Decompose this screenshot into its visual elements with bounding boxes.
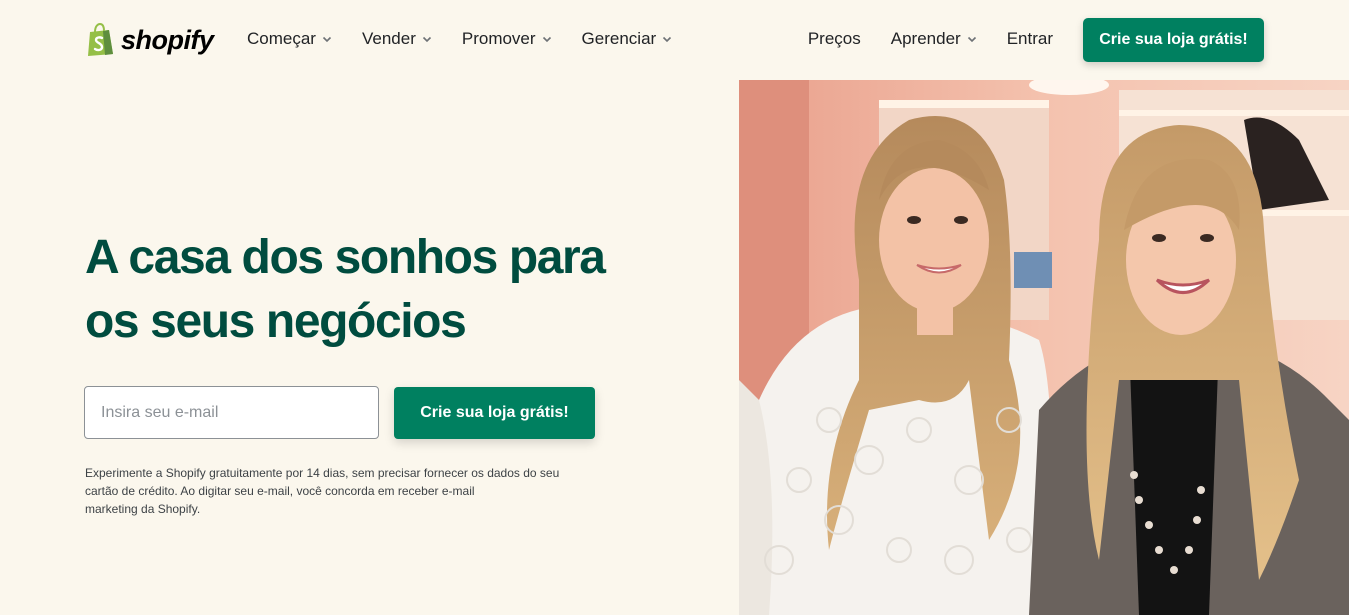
email-input[interactable] (84, 386, 379, 439)
nav-item-label: Começar (247, 29, 316, 48)
disclaimer-line: cartão de crédito. Ao digitar seu e-mail… (85, 484, 475, 498)
nav-item-entrar[interactable]: Entrar (1007, 29, 1053, 49)
nav-item-promover[interactable]: Promover (462, 29, 552, 49)
hero-photo (739, 80, 1349, 615)
chevron-down-icon (663, 36, 672, 43)
chevron-down-icon (322, 36, 332, 43)
disclaimer-line: marketing da Shopify. (85, 502, 201, 516)
header-signup-button[interactable]: Crie sua loja grátis! (1083, 18, 1264, 62)
site-header: shopify Começar Vender Promover Gerencia… (0, 0, 1349, 80)
disclaimer-line: Experimente a Shopify gratuitamente por … (85, 466, 560, 480)
nav-item-aprender[interactable]: Aprender (891, 29, 977, 49)
chevron-down-icon (967, 36, 976, 43)
logo-wordmark: shopify (121, 24, 214, 55)
hero-title-line: os seus negócios (85, 295, 467, 348)
nav-item-label: Promover (461, 29, 536, 48)
hero-title: A casa dos sonhos para os seus negócios (85, 226, 645, 354)
primary-nav: Começar Vender Promover Gerenciar (247, 29, 672, 49)
shopify-bag-icon (88, 23, 113, 56)
chevron-down-icon (422, 36, 431, 43)
chevron-down-icon (542, 36, 551, 43)
nav-item-comecar[interactable]: Começar (247, 29, 332, 49)
nav-item-label: Aprender (890, 29, 961, 48)
nav-item-label: Entrar (1006, 29, 1053, 48)
hero-photo-illustration (739, 80, 1349, 615)
nav-item-label: Preços (807, 29, 861, 48)
nav-item-precos[interactable]: Preços (808, 29, 861, 49)
nav-item-gerenciar[interactable]: Gerenciar (582, 29, 673, 49)
trial-disclaimer: Experimente a Shopify gratuitamente por … (85, 464, 585, 518)
nav-item-vender[interactable]: Vender (362, 29, 432, 49)
secondary-nav: Preços Aprender Entrar (808, 29, 1053, 49)
shopify-logo[interactable]: shopify (85, 22, 214, 58)
hero-title-line: A casa dos sonhos para (85, 231, 606, 284)
nav-item-label: Vender (361, 29, 416, 48)
nav-item-label: Gerenciar (581, 29, 657, 48)
hero-signup-button[interactable]: Crie sua loja grátis! (394, 387, 595, 439)
